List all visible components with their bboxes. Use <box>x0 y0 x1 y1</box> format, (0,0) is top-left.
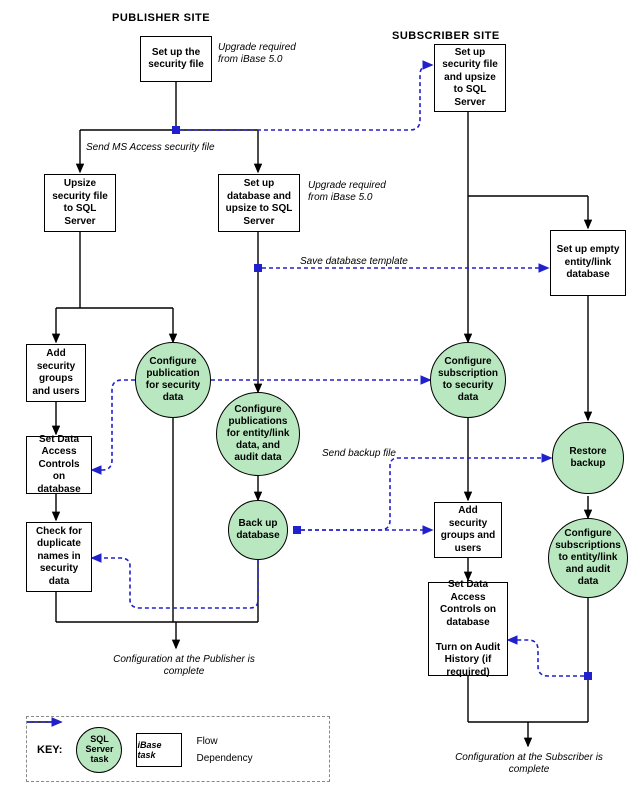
circle-cfg-pub-security: Configure publication for security data <box>135 342 211 418</box>
key-ibase-task-icon: iBase task <box>136 733 182 767</box>
note-upgrade1: Upgrade required from iBase 5.0 <box>218 42 318 66</box>
note-save-template: Save database template <box>300 256 408 268</box>
key-sql-task-icon: SQL Server task <box>76 727 122 773</box>
key-dep-line <box>27 717 67 727</box>
box-upsize-security: Upsize security file to SQL Server <box>44 174 116 232</box>
box-add-security-groups-pub: Add security groups and users <box>26 344 86 402</box>
note-send-security: Send MS Access security file <box>86 142 215 154</box>
box-sub-setup-db: Set up empty entity/link database <box>550 230 626 296</box>
circle-restore-backup: Restore backup <box>552 422 624 494</box>
circle-cfg-sub-entity: Configure subscriptions to entity/link a… <box>548 518 628 598</box>
box-add-security-groups-sub: Add security groups and users <box>434 502 502 558</box>
circle-backup-db: Back up database <box>228 500 288 560</box>
circle-cfg-sub-security: Configure subscription to security data <box>430 342 506 418</box>
connector-layer <box>0 0 644 808</box>
diagram-canvas: PUBLISHER SITE SUBSCRIBER SITE Set up th… <box>0 0 644 808</box>
note-pub-complete: Configuration at the Publisher is comple… <box>94 654 274 678</box>
key-dep-label: Dependency <box>196 753 252 764</box>
box-sub-setup-security: Set up security file and upsize to SQL S… <box>434 44 506 112</box>
subscriber-site-header: SUBSCRIBER SITE <box>392 30 500 42</box>
note-upgrade2: Upgrade required from iBase 5.0 <box>308 180 408 204</box>
note-send-backup: Send backup file <box>322 448 396 460</box>
box-setup-db-upsize: Set up database and upsize to SQL Server <box>218 174 300 232</box>
circle-cfg-pub-entity: Configure publications for entity/link d… <box>216 392 300 476</box>
box-setup-security-file: Set up the security file <box>140 36 212 82</box>
box-set-dac-sub: Set Data Access Controls on database Tur… <box>428 582 508 676</box>
publisher-site-header: PUBLISHER SITE <box>112 12 210 24</box>
key-legend: KEY: SQL Server task iBase task Flow Dep… <box>26 716 330 782</box>
box-set-dac-pub: Set Data Access Controls on database <box>26 436 92 494</box>
key-flow-label: Flow <box>196 736 217 747</box>
box-check-dup: Check for duplicate names in security da… <box>26 522 92 592</box>
note-sub-complete: Configuration at the Subscriber is compl… <box>444 752 614 776</box>
key-title: KEY: <box>37 744 62 756</box>
